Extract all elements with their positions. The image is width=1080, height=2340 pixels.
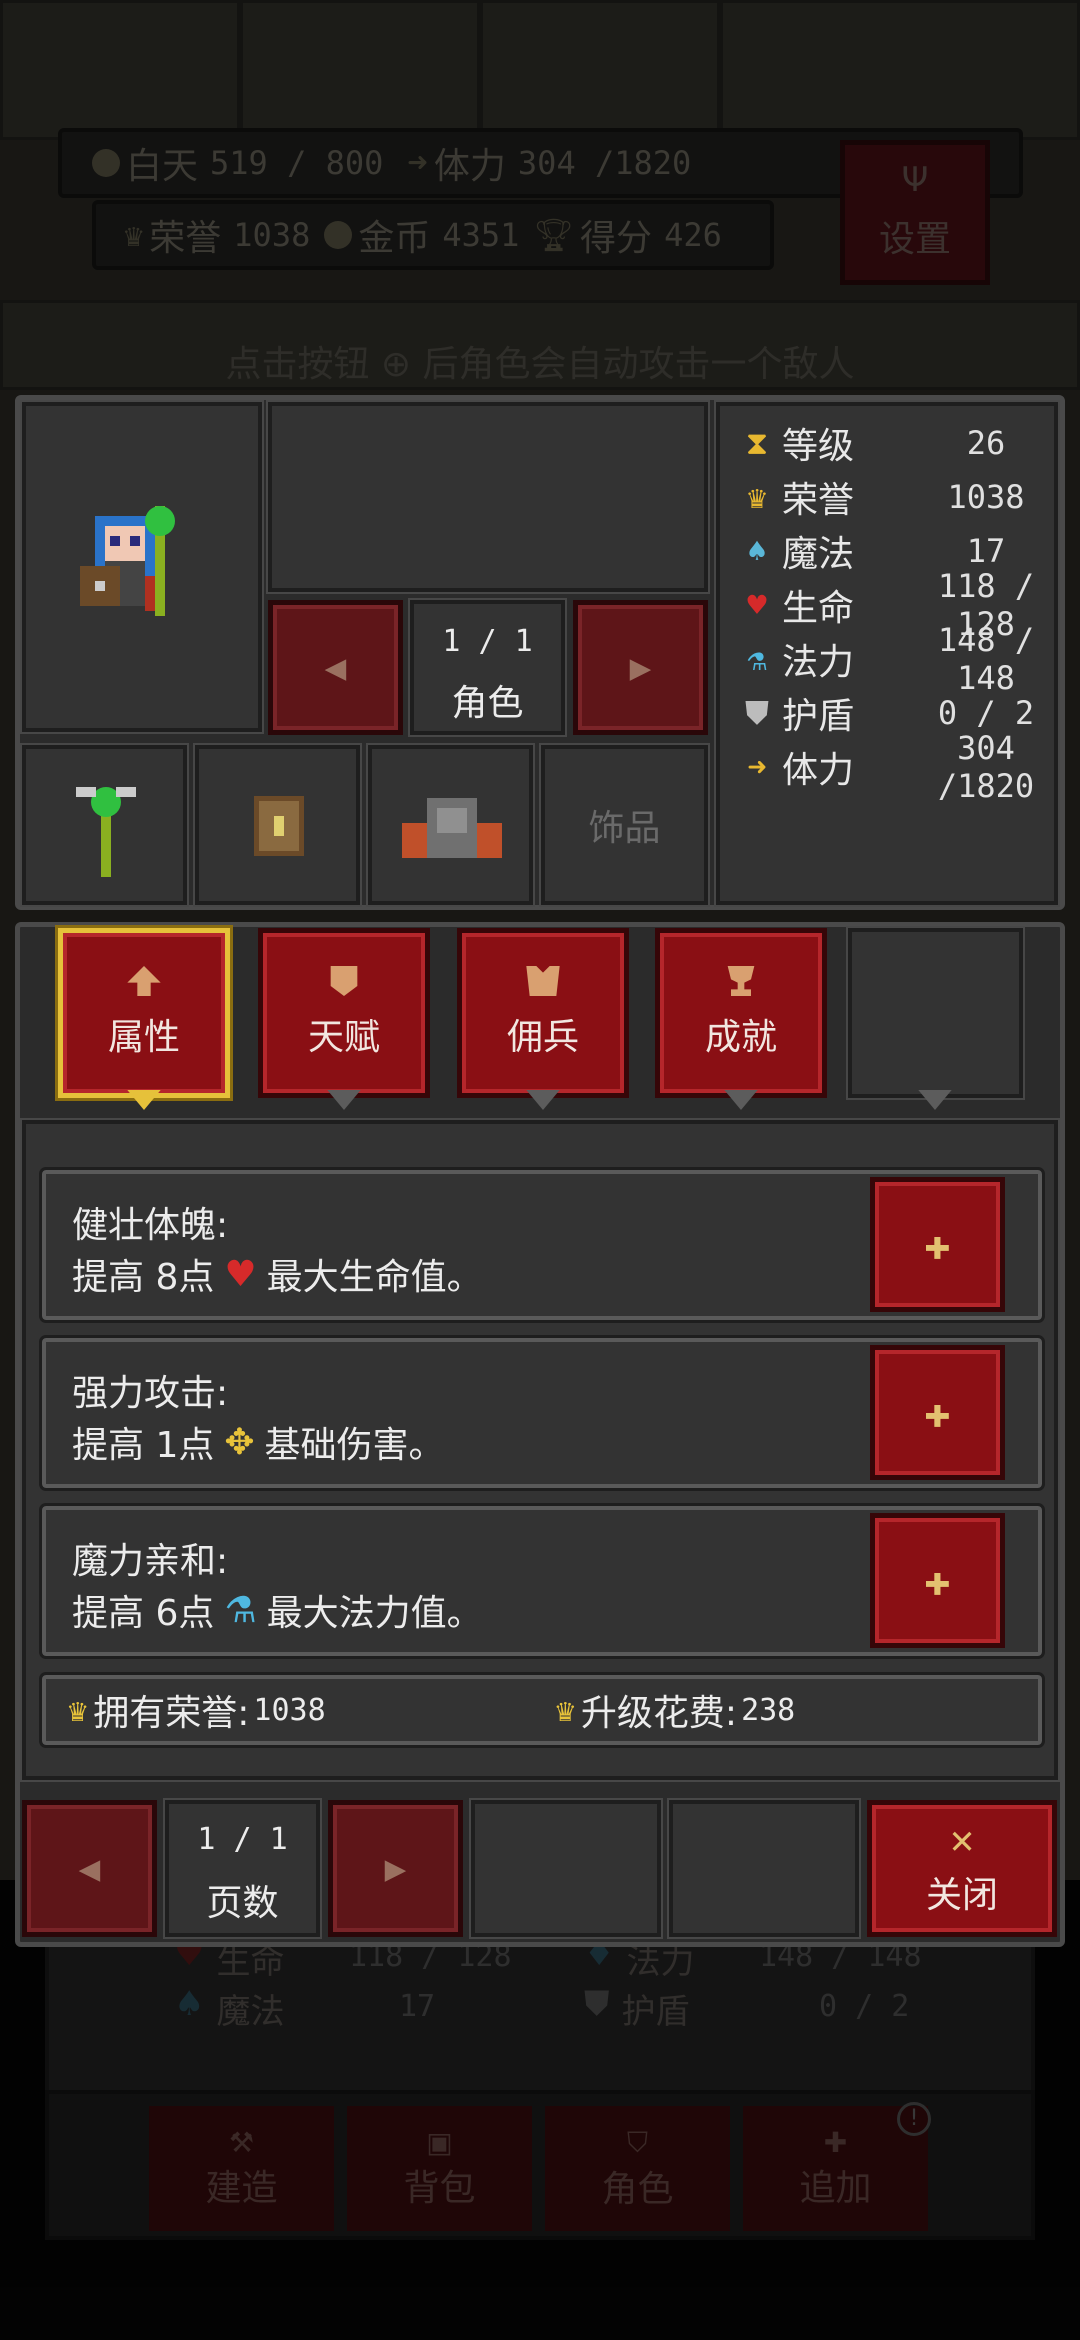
- tab-attributes[interactable]: 属性: [58, 928, 230, 1098]
- next-page-button[interactable]: ▶: [328, 1800, 463, 1937]
- arrow-right-icon: ▶: [384, 1848, 407, 1889]
- stat-name: 护盾: [782, 696, 855, 737]
- stat-value: 0 / 2: [937, 694, 1035, 732]
- arrow-up-icon: [127, 966, 161, 996]
- stat-name: 法力: [782, 642, 855, 683]
- armor-icon: [402, 798, 502, 858]
- tab-talent[interactable]: 天赋: [258, 928, 430, 1098]
- footer-empty-slot: [667, 1798, 861, 1939]
- chevron-down-icon: [327, 1090, 361, 1110]
- lightning-icon: ➜: [747, 748, 767, 786]
- book-icon: [254, 796, 304, 856]
- crown-icon: ♛: [68, 1691, 88, 1729]
- stat-name: 魔法: [782, 534, 855, 575]
- stat-value: 26: [966, 424, 1006, 462]
- accessory-slot[interactable]: 饰品: [539, 743, 710, 907]
- upgrade-mana-button[interactable]: ✚: [870, 1513, 1005, 1648]
- character-page-indicator: 1 / 1 角色: [408, 598, 567, 737]
- staff-icon: [76, 787, 136, 877]
- tab-achievement[interactable]: 成就: [655, 928, 827, 1098]
- stat-name: 荣誉: [782, 480, 855, 521]
- magic-icon: ♠: [747, 532, 767, 570]
- badge-icon: [330, 966, 358, 996]
- heart-icon: ♥: [224, 1253, 257, 1295]
- chevron-down-icon: [918, 1090, 952, 1110]
- stat-value: 17: [966, 532, 1006, 570]
- stat-row: ⧗ 等级 26: [740, 418, 1060, 468]
- prev-page-button[interactable]: ◀: [22, 1800, 157, 1937]
- tab-empty: [846, 926, 1025, 1100]
- character-portrait-slot[interactable]: [20, 400, 264, 734]
- heart-icon: ♥: [747, 586, 767, 624]
- armor-icon: [526, 966, 560, 996]
- stat-value: 148 / 148: [937, 621, 1035, 697]
- next-character-button[interactable]: ▶: [573, 600, 708, 735]
- plus-icon: ✚: [924, 1219, 951, 1270]
- crosshair-icon: ✥: [224, 1421, 255, 1463]
- stat-row: ♛ 荣誉 1038: [740, 472, 1060, 522]
- weapon-slot[interactable]: [20, 743, 189, 907]
- stat-value: 1038: [947, 478, 1025, 516]
- armor-slot[interactable]: [366, 743, 535, 907]
- crown-icon: ♛: [555, 1691, 575, 1729]
- close-button[interactable]: ✕ 关闭: [867, 1800, 1057, 1937]
- honor-summary: ♛ 拥有荣誉: 1038 ♛ 升级花费: 238: [39, 1672, 1045, 1748]
- trophy-icon: [727, 966, 755, 996]
- stat-row: ⚗ 法力 148 / 148: [740, 621, 1060, 697]
- arrow-left-icon: ◀: [78, 1848, 101, 1889]
- stat-name: 生命: [782, 588, 855, 629]
- stat-name: 等级: [782, 426, 855, 467]
- plus-icon: ✚: [924, 1555, 951, 1606]
- crown-icon: ♛: [747, 478, 767, 516]
- upgrade-attack-button[interactable]: ✚: [870, 1345, 1005, 1480]
- arrow-left-icon: ◀: [324, 647, 347, 688]
- close-icon: ✕: [949, 1816, 975, 1863]
- stat-name: 体力: [782, 750, 855, 791]
- arrow-right-icon: ▶: [629, 647, 652, 688]
- shield-icon: ⛊: [744, 693, 769, 732]
- tab-selected-indicator: [127, 1090, 161, 1110]
- page-indicator: 1 / 1 页数: [163, 1798, 322, 1939]
- chevron-down-icon: [724, 1090, 758, 1110]
- character-preview-area: [266, 400, 710, 594]
- stat-row: ➜ 体力 304 /1820: [740, 729, 1060, 805]
- hourglass-icon: ⧗: [745, 423, 769, 462]
- potion-icon: ⚗: [224, 1589, 257, 1631]
- tab-mercenary[interactable]: 佣兵: [457, 928, 629, 1098]
- chevron-down-icon: [526, 1090, 560, 1110]
- character-sprite: [80, 506, 175, 626]
- stat-value: 304 /1820: [937, 729, 1035, 805]
- footer-empty-slot: [469, 1798, 663, 1939]
- plus-icon: ✚: [924, 1387, 951, 1438]
- upgrade-health-button[interactable]: ✚: [870, 1177, 1005, 1312]
- potion-icon: ⚗: [747, 640, 767, 678]
- prev-character-button[interactable]: ◀: [268, 600, 403, 735]
- book-slot[interactable]: [193, 743, 362, 907]
